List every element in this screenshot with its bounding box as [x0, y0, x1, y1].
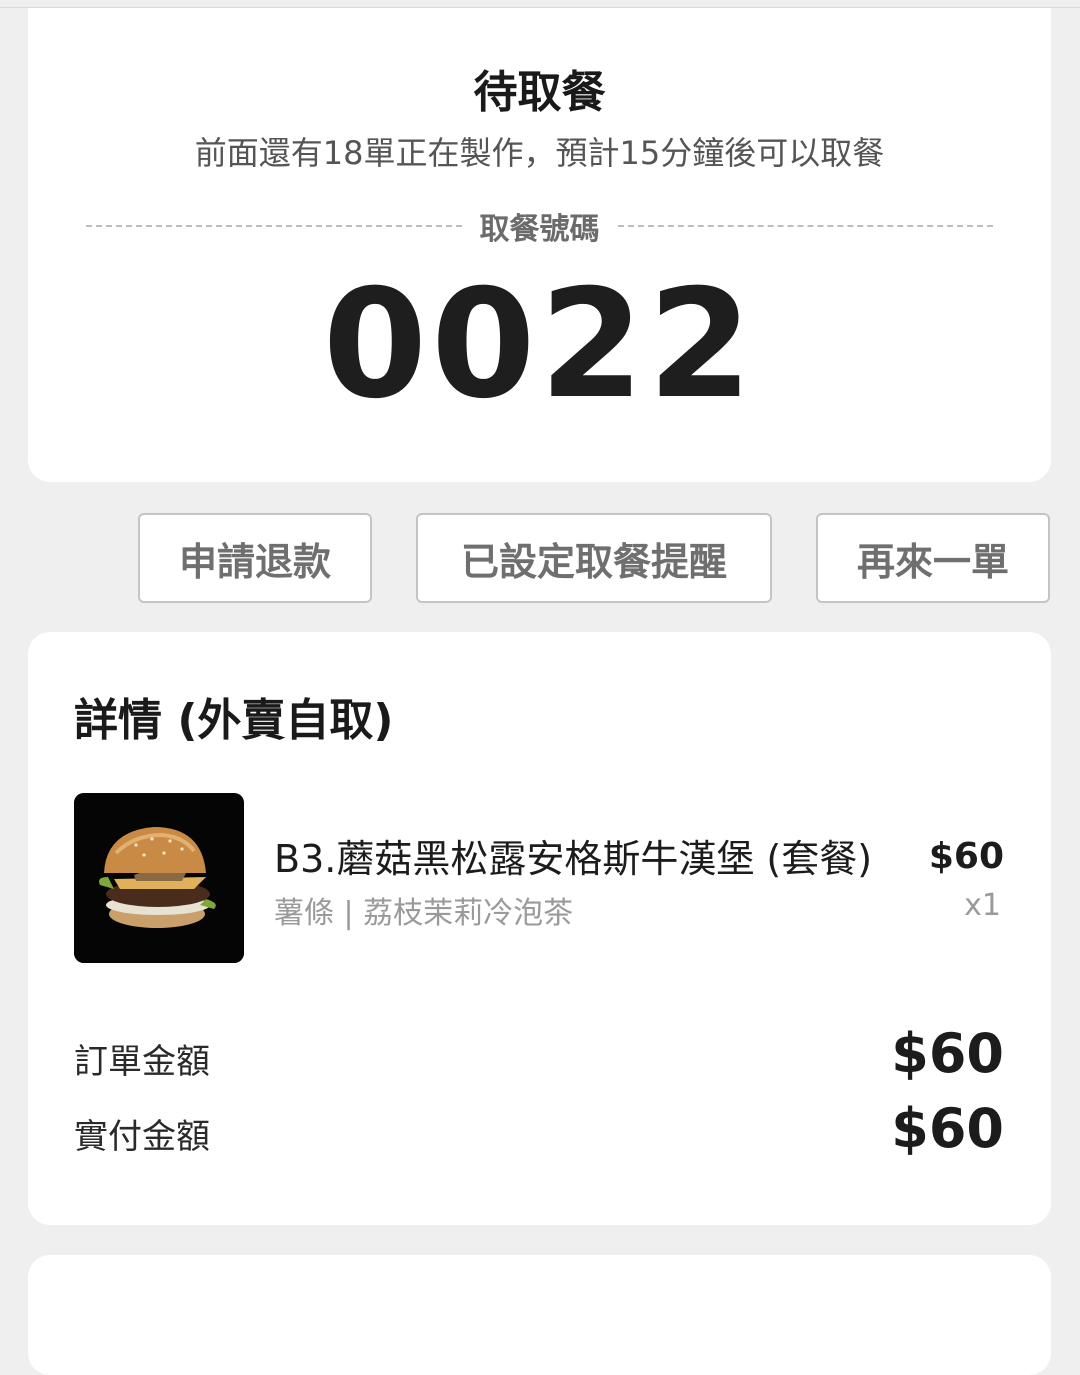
burger-illustration	[74, 793, 244, 963]
pickup-reminder-button[interactable]: 已設定取餐提醒	[416, 513, 772, 603]
status-title: 待取餐	[473, 67, 606, 118]
pickup-status-card: 待取餐 前面還有18單正在製作，預計15分鐘後可以取餐 取餐號碼 0022	[28, 8, 1051, 482]
item-options: 薯條 | 荔枝茉莉冷泡茶	[274, 896, 574, 931]
order-amount-value: $60	[891, 1022, 1004, 1085]
paid-amount-value: $60	[891, 1097, 1004, 1160]
item-price: $60	[928, 836, 1004, 877]
burger-image	[74, 793, 244, 963]
pickup-number-divider: 取餐號碼	[86, 206, 993, 247]
reorder-button[interactable]: 再來一單	[816, 513, 1050, 603]
details-title: 詳情 (外賣自取)	[74, 695, 394, 746]
dashed-line-right	[617, 225, 993, 227]
dashed-line-left	[86, 225, 462, 227]
item-name: B3.蘑菇黑松露安格斯牛漢堡 (套餐)	[274, 837, 873, 881]
item-quantity: x1	[964, 888, 1001, 923]
order-details-card: 詳情 (外賣自取) B3.蘑菇黑松露安格斯牛漢堡 (套餐) 薯條 | 荔枝茉莉冷…	[28, 632, 1051, 1225]
status-subtitle: 前面還有18單正在製作，預計15分鐘後可以取餐	[194, 134, 885, 172]
next-section-card	[28, 1255, 1051, 1375]
order-amount-label: 訂單金額	[74, 1042, 210, 1082]
top-edge	[0, 0, 1080, 8]
pickup-number: 0022	[322, 258, 757, 432]
pickup-number-label: 取餐號碼	[479, 212, 600, 247]
paid-amount-label: 實付金額	[74, 1117, 210, 1157]
request-refund-button[interactable]: 申請退款	[138, 513, 372, 603]
